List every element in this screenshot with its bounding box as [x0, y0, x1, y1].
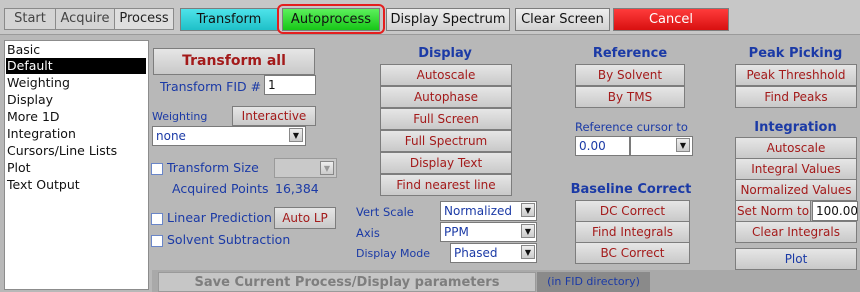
normalized-values-button[interactable]: Normalized Values [735, 179, 857, 201]
display-header: Display [418, 46, 472, 61]
sidebar-item-basic[interactable]: Basic [6, 42, 146, 58]
fid-input[interactable]: 1 [264, 75, 316, 95]
display-text-button[interactable]: Display Text [380, 152, 512, 174]
sidebar-item-display[interactable]: Display [6, 92, 146, 108]
axis-value: PPM [444, 225, 469, 239]
chevron-down-icon[interactable]: ▼ [521, 203, 535, 217]
transform-button[interactable]: Transform [180, 8, 278, 31]
chevron-down-icon[interactable]: ▼ [521, 245, 535, 259]
weighting-value: none [156, 129, 186, 143]
weighting-select[interactable]: none [152, 126, 306, 146]
weighting-label: Weighting [152, 110, 208, 123]
autophase-button[interactable]: Autophase [380, 86, 512, 108]
sidebar-item-text-output[interactable]: Text Output [6, 177, 146, 193]
axis-label: Axis [356, 226, 380, 240]
chevron-down-icon[interactable]: ▼ [676, 138, 690, 152]
find-integrals-button[interactable]: Find Integrals [575, 221, 690, 243]
reference-cursor-input[interactable]: 0.00 [575, 136, 630, 156]
clear-screen-button[interactable]: Clear Screen [515, 8, 610, 31]
interactive-button[interactable]: Interactive [232, 106, 316, 126]
fid-directory-label: (in FID directory) [537, 272, 650, 292]
solvent-subtraction-checkbox[interactable] [151, 235, 163, 247]
acquired-points-value: 16,384 [275, 181, 319, 196]
acquired-points-label: Acquired Points [172, 181, 269, 196]
tab-acquire[interactable]: Acquire [55, 8, 115, 30]
display-mode-value: Phased [454, 246, 498, 260]
chevron-down-icon[interactable]: ▼ [289, 128, 303, 142]
linear-prediction-label: Linear Prediction [167, 210, 272, 225]
peak-threshold-button[interactable]: Peak Threshhold [735, 64, 857, 86]
integration-header: Integration [754, 120, 837, 135]
transform-size-label: Transform Size [167, 160, 259, 175]
autoprocess-button[interactable]: Autoprocess [282, 8, 380, 31]
baseline-header: Baseline Correct [570, 182, 692, 197]
by-tms-button[interactable]: By TMS [575, 86, 685, 108]
linear-prediction-checkbox[interactable] [151, 213, 163, 225]
clear-integrals-button[interactable]: Clear Integrals [735, 221, 857, 243]
display-mode-label: Display Mode [356, 247, 431, 260]
tab-start[interactable]: Start [4, 8, 56, 30]
integral-values-button[interactable]: Integral Values [735, 158, 857, 180]
find-nearest-line-button[interactable]: Find nearest line [380, 174, 512, 196]
reference-header: Reference [592, 46, 668, 61]
auto-lp-button[interactable]: Auto LP [274, 207, 336, 229]
reference-cursor-label: Reference cursor to [575, 120, 688, 134]
full-spectrum-button[interactable]: Full Spectrum [380, 130, 512, 152]
peak-picking-header: Peak Picking [748, 46, 843, 61]
save-parameters-button[interactable]: Save Current Process/Display parameters [158, 272, 536, 292]
by-solvent-button[interactable]: By Solvent [575, 64, 685, 86]
plot-button[interactable]: Plot [735, 248, 857, 270]
vert-scale-value: Normalized [444, 204, 513, 218]
transform-size-checkbox[interactable] [151, 163, 163, 175]
bc-correct-button[interactable]: BC Correct [575, 242, 690, 264]
autoscale-button[interactable]: Autoscale [380, 64, 512, 86]
full-screen-button[interactable]: Full Screen [380, 108, 512, 130]
sidebar-item-integration[interactable]: Integration [6, 126, 146, 142]
sidebar-item-cursors[interactable]: Cursors/Line Lists [6, 143, 146, 159]
sidebar-item-more-1d[interactable]: More 1D [6, 109, 146, 125]
set-norm-button[interactable]: Set Norm to [735, 200, 811, 222]
solvent-subtraction-label: Solvent Subtraction [167, 232, 291, 247]
display-spectrum-button[interactable]: Display Spectrum [386, 8, 510, 31]
find-peaks-button[interactable]: Find Peaks [735, 86, 857, 108]
vert-scale-label: Vert Scale [356, 205, 414, 219]
chevron-down-icon[interactable]: ▼ [320, 161, 334, 175]
cancel-button[interactable]: Cancel [613, 8, 729, 31]
transform-all-button[interactable]: Transform all [153, 48, 315, 75]
sidebar-item-plot[interactable]: Plot [6, 160, 146, 176]
sidebar-item-weighting[interactable]: Weighting [6, 75, 146, 91]
fid-label: Transform FID # [160, 79, 262, 94]
sidebar-item-default[interactable]: Default [6, 58, 146, 74]
tab-process[interactable]: Process [114, 8, 174, 30]
dc-correct-button[interactable]: DC Correct [575, 200, 690, 222]
integration-autoscale-button[interactable]: Autoscale [735, 137, 857, 159]
set-norm-input[interactable]: 100.00 [812, 201, 858, 221]
chevron-down-icon[interactable]: ▼ [521, 224, 535, 238]
